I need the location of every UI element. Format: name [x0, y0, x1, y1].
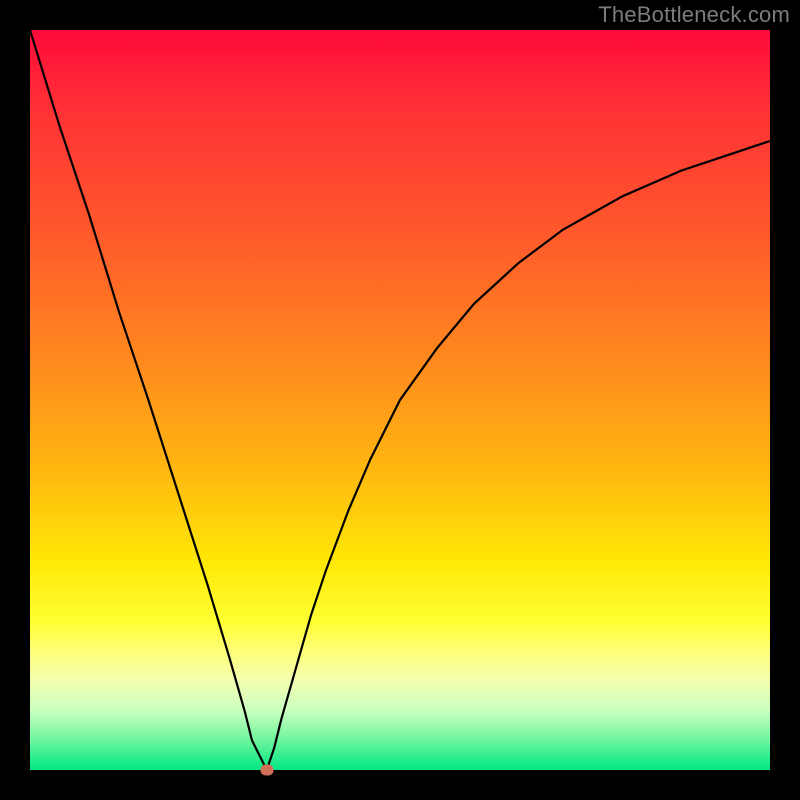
curve-marker [260, 765, 273, 776]
plot-area [30, 30, 770, 770]
chart-frame: TheBottleneck.com [0, 0, 800, 800]
bottleneck-curve [30, 30, 770, 770]
watermark-text: TheBottleneck.com [598, 2, 790, 28]
curve-path [30, 30, 770, 770]
